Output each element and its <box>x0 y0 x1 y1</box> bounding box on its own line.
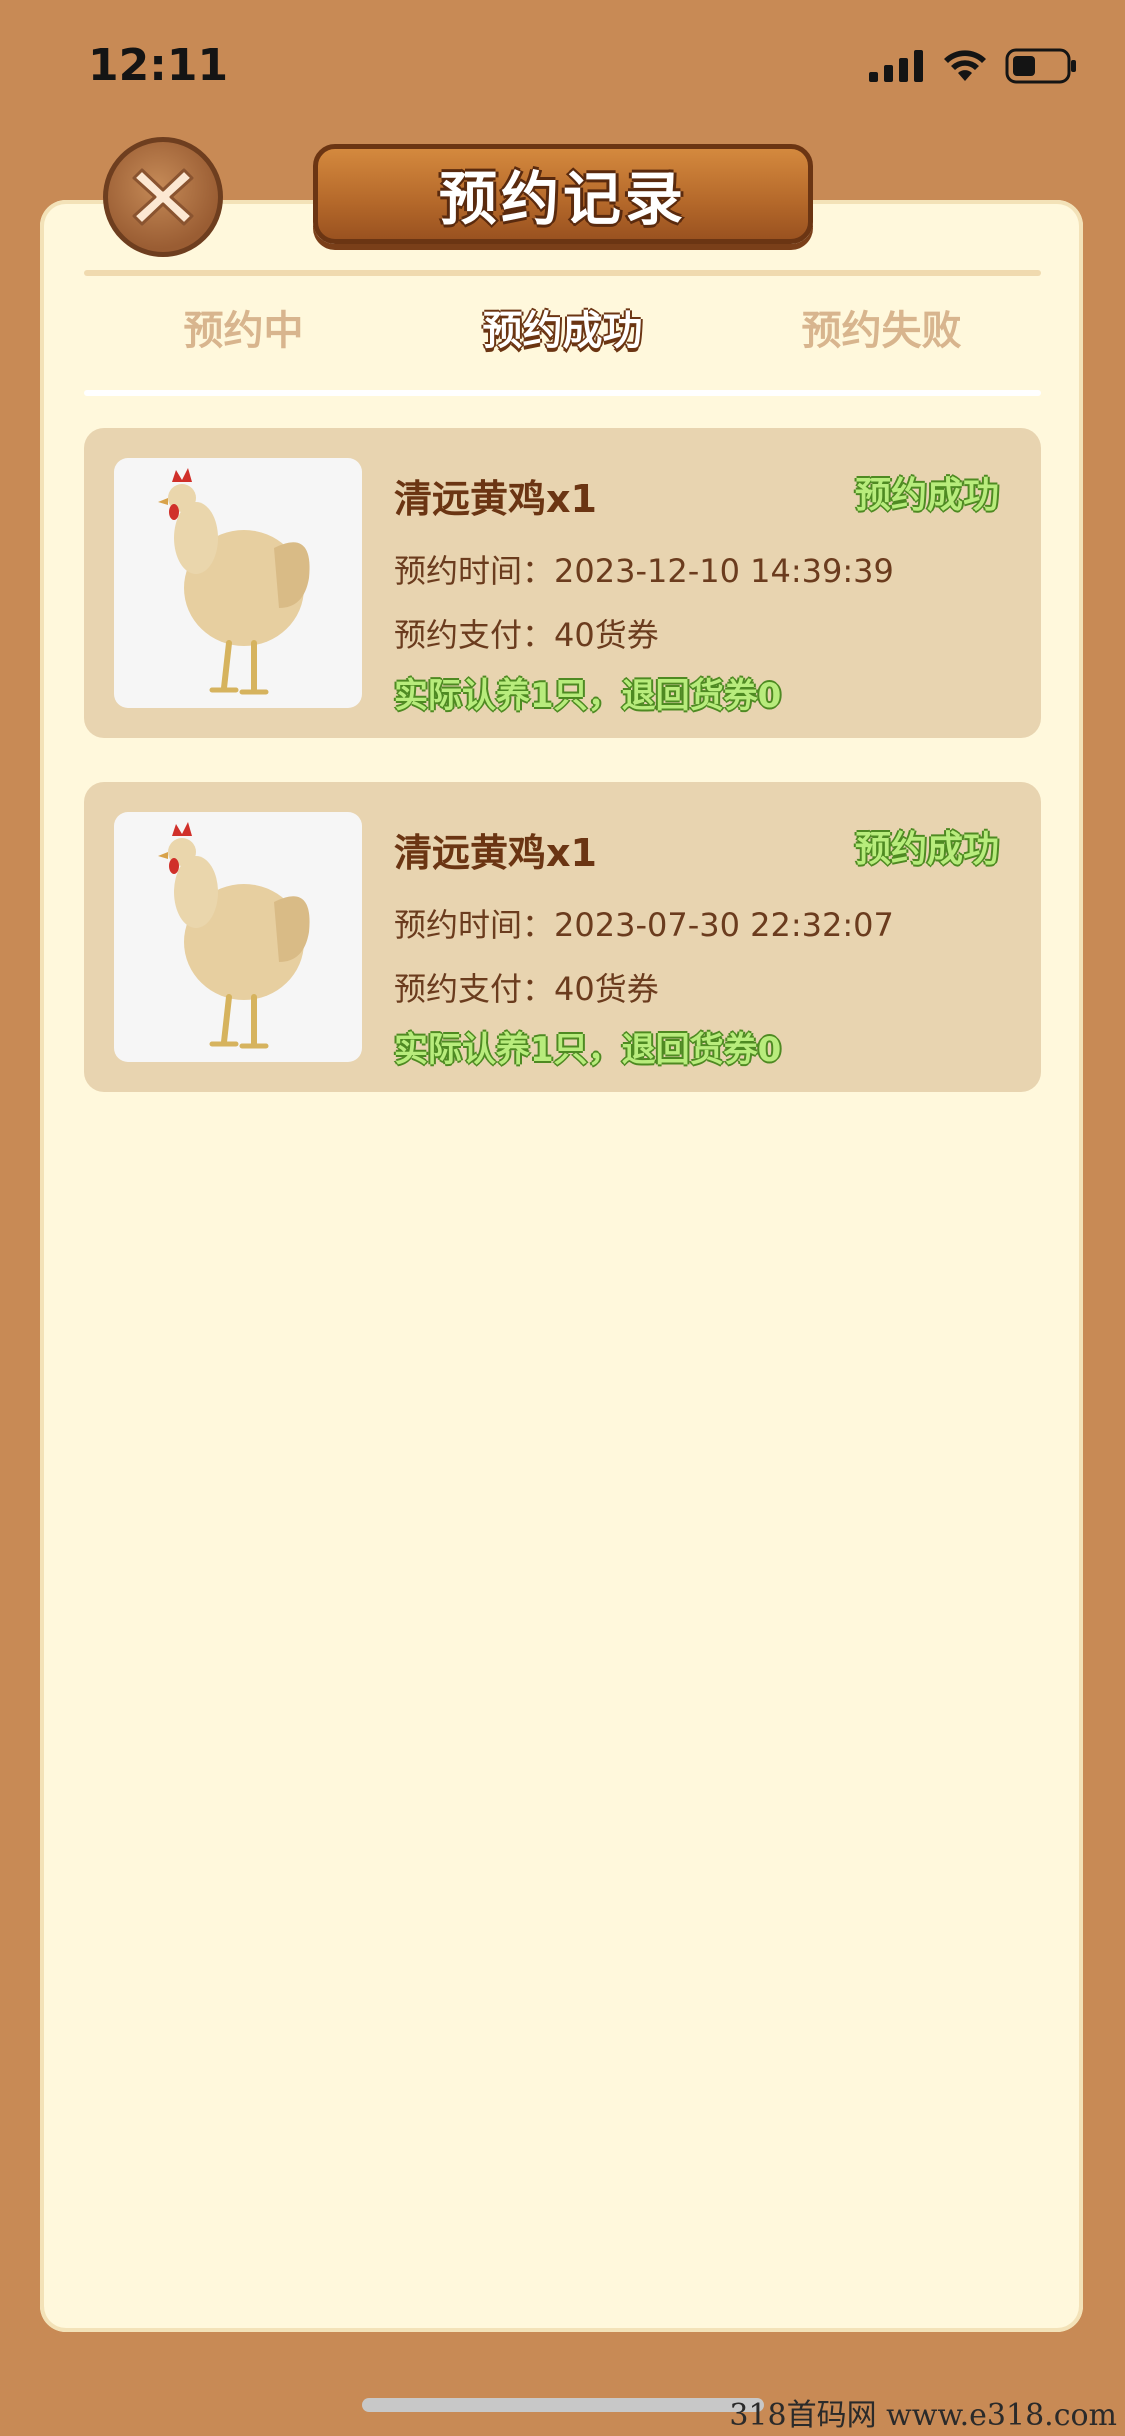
close-icon <box>132 168 194 226</box>
record-card[interactable]: 清远黄鸡x1 预约成功 预约时间：2023-07-30 22:32:07 预约支… <box>84 782 1041 1092</box>
tab-success[interactable]: 预约成功 <box>403 296 722 366</box>
divider <box>84 270 1041 276</box>
product-name: 清远黄鸡x1 <box>394 831 597 875</box>
status-icons <box>869 48 1077 84</box>
chicken-image <box>114 812 362 1062</box>
chicken-image <box>114 458 362 708</box>
wifi-icon <box>944 50 986 81</box>
pay-value: 40货券 <box>554 616 659 654</box>
time-value: 2023-07-30 22:32:07 <box>554 906 894 944</box>
status-time: 12:11 <box>88 40 229 91</box>
reservation-time: 预约时间：2023-07-30 22:32:07 <box>394 900 894 946</box>
home-indicator[interactable] <box>362 2398 764 2412</box>
reservation-payment: 预约支付：40货券 <box>394 610 659 656</box>
watermark: 318首码网 www.e318.com <box>729 2398 1117 2433</box>
pay-label: 预约支付： <box>394 616 555 654</box>
status-badge: 预约成功 <box>854 829 999 870</box>
product-name: 清远黄鸡x1 <box>394 477 597 521</box>
result-text: 实际认养1只，退回货券0 <box>394 676 782 716</box>
signal-icon <box>869 50 923 82</box>
reservation-payment: 预约支付：40货券 <box>394 964 659 1010</box>
tab-failed[interactable]: 预约失败 <box>722 296 1041 366</box>
battery-icon <box>1005 48 1076 84</box>
page-title: 预约记录 <box>438 165 687 233</box>
chicken-illustration <box>158 822 310 1049</box>
reservation-time: 预约时间：2023-12-10 14:39:39 <box>394 546 894 592</box>
tab-bar: 预约中 预约成功 预约失败 <box>84 296 1041 366</box>
record-card[interactable]: 清远黄鸡x1 预约成功 预约时间：2023-12-10 14:39:39 预约支… <box>84 428 1041 738</box>
divider <box>84 390 1041 396</box>
time-label: 预约时间： <box>394 552 555 590</box>
time-label: 预约时间： <box>394 906 555 944</box>
title-banner: 预约记录 <box>313 144 813 244</box>
time-value: 2023-12-10 14:39:39 <box>554 552 894 590</box>
result-text: 实际认养1只，退回货券0 <box>394 1030 782 1070</box>
pay-value: 40货券 <box>554 970 659 1008</box>
tab-pending[interactable]: 预约中 <box>84 296 403 366</box>
pay-label: 预约支付： <box>394 970 555 1008</box>
status-badge: 预约成功 <box>854 475 999 516</box>
chicken-illustration <box>158 468 310 695</box>
close-button[interactable] <box>103 137 223 257</box>
